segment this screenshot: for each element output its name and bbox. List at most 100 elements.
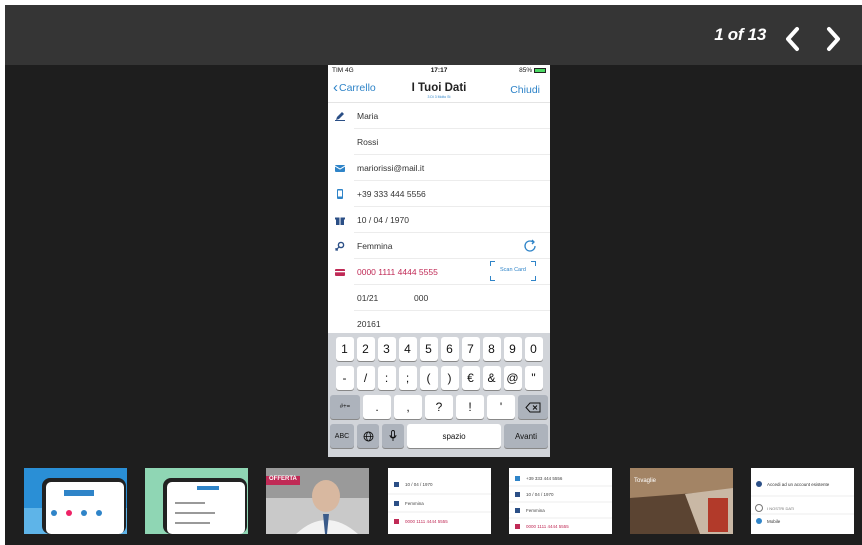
phone-nav-bar: ‹ Carrello I Tuoi Dati 3 Di 3 Molto St Ch… [328, 77, 550, 103]
backspace-key[interactable] [518, 395, 548, 419]
key[interactable]: 5 [419, 337, 438, 361]
thumbnail-6[interactable]: Tovaglie [630, 468, 733, 534]
globe-icon [363, 431, 373, 441]
key[interactable]: € [461, 366, 480, 390]
key[interactable]: ( [419, 366, 438, 390]
globe-key[interactable] [357, 424, 379, 448]
gender-field[interactable]: Femmina [335, 233, 550, 259]
key[interactable]: @ [503, 366, 522, 390]
thumbnail-image [145, 468, 248, 534]
card-expiry-cvv-field[interactable]: 01/21 000 [354, 285, 550, 311]
scan-card-label: Scan Card [500, 267, 526, 273]
gender-value: Femmina [357, 241, 393, 251]
chevron-left-icon [786, 27, 799, 51]
thumbnail-4[interactable]: 10 / 04 / 1970 Femmina 0000 1111 4444 55… [388, 468, 491, 534]
thumbnail-badge: OFFERTA [269, 476, 297, 482]
scan-frame-corner [490, 276, 495, 281]
key[interactable]: : [377, 366, 396, 390]
keyboard-row-punctuation: #+= . , ? ! ' [330, 395, 548, 419]
chevron-right-icon [827, 27, 840, 51]
microphone-icon [389, 430, 397, 441]
key[interactable]: , [394, 395, 422, 419]
key[interactable]: 6 [440, 337, 459, 361]
space-key[interactable]: spazio [407, 424, 501, 448]
scan-card-button[interactable]: Scan Card [490, 261, 536, 281]
gender-icon [335, 241, 345, 251]
battery-percent: 85% [519, 67, 533, 74]
card-number-field[interactable]: 0000 1111 4444 5555 Scan Card [335, 259, 550, 285]
keyboard-row-numbers: 1 2 3 4 5 6 7 8 9 0 [330, 337, 548, 361]
key[interactable]: 1 [335, 337, 354, 361]
key[interactable]: 8 [482, 337, 501, 361]
key[interactable]: 4 [398, 337, 417, 361]
thumbnail-text: Femmina [405, 501, 424, 506]
first-name-field[interactable]: Maria [335, 103, 550, 129]
next-key[interactable]: Avanti [504, 424, 548, 448]
scan-frame-corner [490, 261, 495, 266]
gallery-viewer: 1 of 13 TIM 4G 17:17 85% ‹ Carrello I Tuo… [5, 5, 862, 545]
key[interactable]: 2 [356, 337, 375, 361]
thumbnail-image [24, 468, 127, 534]
thumbnail-strip: OFFERTA 10 / 04 / 1970 Femmina 0000 1111… [24, 468, 854, 535]
keyboard-row-bottom: ABC spazio Avanti [330, 424, 548, 448]
birthdate-field[interactable]: 10 / 04 / 1970 [335, 207, 550, 233]
credit-card-icon [335, 269, 345, 276]
thumbnail-text: 10 / 04 / 1970 [405, 482, 433, 487]
card-expiry-value: 01/21 [357, 293, 379, 303]
thumbnail-3[interactable]: OFFERTA [266, 468, 369, 534]
numeric-keyboard: 1 2 3 4 5 6 7 8 9 0 - / : ; ( ) € & @ " … [328, 333, 550, 457]
thumbnail-1[interactable] [24, 468, 127, 534]
next-button[interactable] [820, 25, 846, 53]
thumbnail-7[interactable]: Accedi ad un account esistente I NOSTRI … [751, 468, 854, 534]
thumbnail-text: Accedi ad un account esistente [767, 482, 830, 487]
phone-field[interactable]: +39 333 444 5556 [337, 181, 550, 207]
battery-icon [534, 67, 546, 73]
key[interactable]: ! [456, 395, 484, 419]
key[interactable]: & [482, 366, 501, 390]
thumbnail-image [751, 468, 854, 534]
refresh-icon[interactable] [522, 238, 538, 254]
card-cvv-value: 000 [414, 293, 429, 303]
thumbnail-text: Femmina [526, 508, 545, 513]
thumbnail-2[interactable] [145, 468, 248, 534]
key[interactable]: ) [440, 366, 459, 390]
key[interactable]: ? [425, 395, 453, 419]
key[interactable]: ; [398, 366, 417, 390]
thumbnail-text: I NOSTRI DATI [767, 506, 795, 511]
gift-icon [335, 217, 345, 225]
backspace-icon [525, 402, 541, 412]
key[interactable]: 9 [503, 337, 522, 361]
symbols-toggle-key[interactable]: #+= [330, 395, 360, 419]
scan-frame-corner [531, 276, 536, 281]
key[interactable]: . [363, 395, 391, 419]
thumbnail-text: 0000 1111 4444 5555 [405, 519, 448, 524]
birthdate-value: 10 / 04 / 1970 [357, 215, 409, 225]
previous-button[interactable] [780, 25, 806, 53]
abc-key[interactable]: ABC [330, 424, 354, 448]
mail-icon [335, 165, 345, 172]
key[interactable]: 0 [524, 337, 543, 361]
main-image: TIM 4G 17:17 85% ‹ Carrello I Tuoi Dati 3… [328, 65, 550, 457]
key[interactable]: " [524, 366, 543, 390]
phone-icon [337, 189, 343, 199]
last-name-field[interactable]: Rossi [354, 129, 550, 155]
key[interactable]: - [335, 366, 354, 390]
thumbnail-5[interactable]: +39 333 444 5556 10 / 04 / 1970 Femmina … [509, 468, 612, 534]
key[interactable]: ' [487, 395, 515, 419]
card-number-value: 0000 1111 4444 5555 [357, 267, 438, 277]
email-field[interactable]: mariorissi@mail.it [335, 155, 550, 181]
phone-status-bar: TIM 4G 17:17 85% [328, 65, 550, 77]
postal-code-value: 20161 [357, 319, 381, 329]
pencil-icon [335, 112, 345, 121]
key[interactable]: 3 [377, 337, 396, 361]
microphone-key[interactable] [382, 424, 404, 448]
viewer-toolbar: 1 of 13 [5, 5, 862, 65]
thumbnail-text: 10 / 04 / 1970 [526, 492, 554, 497]
close-button[interactable]: Chiudi [510, 84, 540, 96]
key[interactable]: 7 [461, 337, 480, 361]
key[interactable]: / [356, 366, 375, 390]
image-counter: 1 of 13 [714, 25, 766, 44]
battery-status: 85% [519, 67, 546, 74]
thumbnail-image [388, 468, 491, 534]
thumbnail-caption: Tovaglie [634, 478, 657, 484]
